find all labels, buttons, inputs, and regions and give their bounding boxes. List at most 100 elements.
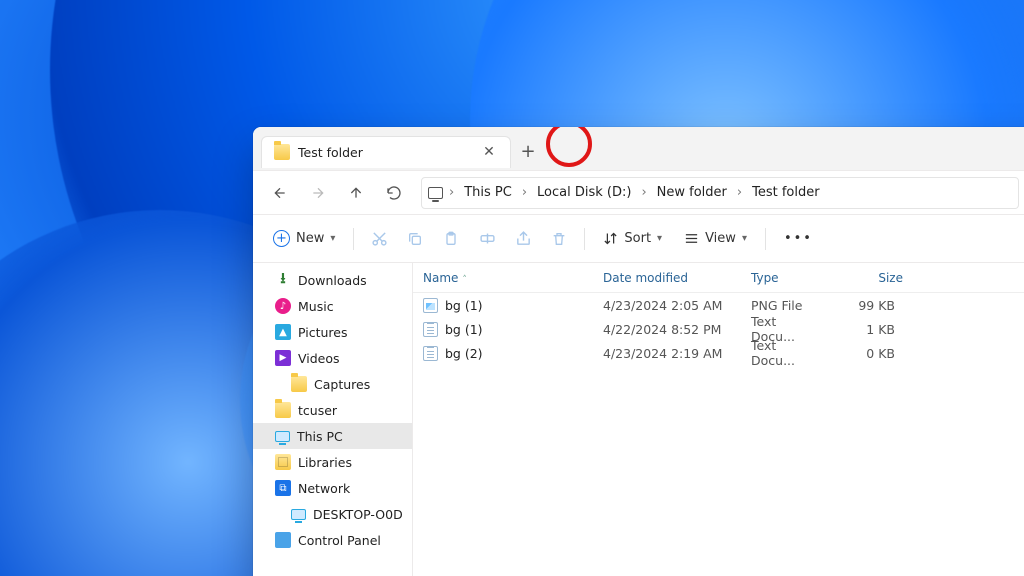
more-button[interactable]: ••• xyxy=(774,222,823,256)
sidebar-item-label: Downloads xyxy=(298,273,367,288)
new-label: New xyxy=(296,231,324,246)
sort-icon xyxy=(603,231,618,246)
sidebar-item-music[interactable]: ♪ Music xyxy=(253,293,412,319)
column-headers: Name˄ Date modified Type Size xyxy=(413,263,1024,293)
sidebar-item-downloads[interactable]: ⭳ Downloads xyxy=(253,267,412,293)
sidebar-item-pictures[interactable]: ▲ Pictures xyxy=(253,319,412,345)
command-bar: + New ▾ Sort ▾ View ▾ ••• xyxy=(253,215,1024,263)
column-size[interactable]: Size xyxy=(833,271,913,285)
sidebar-item-label: Network xyxy=(298,481,350,496)
up-button[interactable] xyxy=(339,177,373,209)
pc-icon xyxy=(291,509,306,520)
sidebar-item-label: Music xyxy=(298,299,334,314)
chevron-right-icon: › xyxy=(447,185,456,200)
plus-icon: + xyxy=(520,141,535,162)
file-row[interactable]: bg (1) 4/23/2024 2:05 AMPNG File99 KB xyxy=(413,293,1024,317)
file-row[interactable]: bg (2) 4/23/2024 2:19 AMText Docu...0 KB xyxy=(413,341,1024,365)
file-date: 4/23/2024 2:05 AM xyxy=(593,298,741,313)
nav-bar: › This PC › Local Disk (D:) › New folder… xyxy=(253,171,1024,215)
file-name: bg (1) xyxy=(445,322,483,337)
file-date: 4/22/2024 8:52 PM xyxy=(593,322,741,337)
chevron-right-icon: › xyxy=(639,185,648,200)
breadcrumb-new-folder[interactable]: New folder xyxy=(651,183,733,202)
sidebar-item-label: Libraries xyxy=(298,455,352,470)
plus-circle-icon: + xyxy=(273,230,290,247)
navigation-pane[interactable]: ⭳ Downloads ♪ Music ▲ Pictures ▶ Videos Captures… xyxy=(253,263,413,576)
sidebar-item-label: Videos xyxy=(298,351,340,366)
breadcrumb-test-folder[interactable]: Test folder xyxy=(746,183,825,202)
net-icon: ⧉ xyxy=(275,480,291,496)
view-button[interactable]: View ▾ xyxy=(674,222,757,256)
sort-asc-icon: ˄ xyxy=(462,275,467,285)
pc-icon xyxy=(275,431,290,442)
sidebar-item-label: Pictures xyxy=(298,325,348,340)
file-name: bg (2) xyxy=(445,346,483,361)
folder-icon xyxy=(274,144,290,160)
pic-icon: ▲ xyxy=(275,324,291,340)
file-icon xyxy=(423,298,438,313)
breadcrumb-this-pc[interactable]: This PC xyxy=(458,183,518,202)
sidebar-item-label: tcuser xyxy=(298,403,337,418)
file-list-pane: Name˄ Date modified Type Size bg (1) 4/23… xyxy=(413,263,1024,576)
sidebar-item-videos[interactable]: ▶ Videos xyxy=(253,345,412,371)
column-date[interactable]: Date modified xyxy=(593,271,741,285)
file-rows: bg (1)4/23/2024 2:05 AMPNG File99 KBbg (… xyxy=(413,293,1024,576)
pc-icon xyxy=(428,187,443,199)
new-button[interactable]: + New ▾ xyxy=(263,222,345,256)
sort-label: Sort xyxy=(624,231,651,246)
sidebar-item-libraries[interactable]: Libraries xyxy=(253,449,412,475)
file-icon xyxy=(423,322,438,337)
file-explorer-window: Test folder ✕ + › This PC › Local Disk (… xyxy=(253,127,1024,576)
refresh-button[interactable] xyxy=(377,177,411,209)
paste-button[interactable] xyxy=(434,222,468,256)
column-name[interactable]: Name˄ xyxy=(413,271,593,285)
chevron-right-icon: › xyxy=(520,185,529,200)
tab-title: Test folder xyxy=(298,145,472,160)
sidebar-item-label: This PC xyxy=(297,429,343,444)
separator xyxy=(584,228,585,250)
sidebar-item-network[interactable]: ⧉ Network xyxy=(253,475,412,501)
file-date: 4/23/2024 2:19 AM xyxy=(593,346,741,361)
column-type[interactable]: Type xyxy=(741,271,833,285)
view-icon xyxy=(684,231,699,246)
file-size: 99 KB xyxy=(833,298,913,313)
chevron-down-icon: ▾ xyxy=(657,233,662,244)
breadcrumb-local-disk[interactable]: Local Disk (D:) xyxy=(531,183,637,202)
chevron-right-icon: › xyxy=(735,185,744,200)
vid-icon: ▶ xyxy=(275,350,291,366)
new-tab-button[interactable]: + xyxy=(511,136,545,168)
file-type: PNG File xyxy=(741,298,833,313)
file-size: 0 KB xyxy=(833,346,913,361)
rename-button[interactable] xyxy=(470,222,504,256)
file-type: Text Docu... xyxy=(741,338,833,368)
close-tab-button[interactable]: ✕ xyxy=(480,143,498,161)
delete-button[interactable] xyxy=(542,222,576,256)
file-icon xyxy=(423,346,438,361)
sidebar-item-tcuser[interactable]: tcuser xyxy=(253,397,412,423)
separator xyxy=(765,228,766,250)
title-bar: Test folder ✕ + xyxy=(253,127,1024,171)
chevron-down-icon: ▾ xyxy=(742,233,747,244)
file-name: bg (1) xyxy=(445,298,483,313)
file-size: 1 KB xyxy=(833,322,913,337)
file-row[interactable]: bg (1)4/22/2024 8:52 PMText Docu...1 KB xyxy=(413,317,1024,341)
sidebar-item-desktop-o0d[interactable]: DESKTOP-O0D xyxy=(253,501,412,527)
share-button[interactable] xyxy=(506,222,540,256)
copy-button[interactable] xyxy=(398,222,432,256)
dl-icon: ⭳ xyxy=(275,272,291,288)
window-tab[interactable]: Test folder ✕ xyxy=(261,136,511,168)
sidebar-item-this-pc[interactable]: This PC xyxy=(253,423,412,449)
folder-icon xyxy=(291,376,307,392)
cut-button[interactable] xyxy=(362,222,396,256)
sidebar-item-captures[interactable]: Captures xyxy=(253,371,412,397)
sidebar-item-label: Captures xyxy=(314,377,370,392)
back-button[interactable] xyxy=(263,177,297,209)
forward-button[interactable] xyxy=(301,177,335,209)
lib-icon xyxy=(275,454,291,470)
sidebar-item-control-panel[interactable]: Control Panel xyxy=(253,527,412,553)
sort-button[interactable]: Sort ▾ xyxy=(593,222,672,256)
music-icon: ♪ xyxy=(275,298,291,314)
ctrl-icon xyxy=(275,532,291,548)
folder-icon xyxy=(275,402,291,418)
address-bar[interactable]: › This PC › Local Disk (D:) › New folder… xyxy=(421,177,1019,209)
